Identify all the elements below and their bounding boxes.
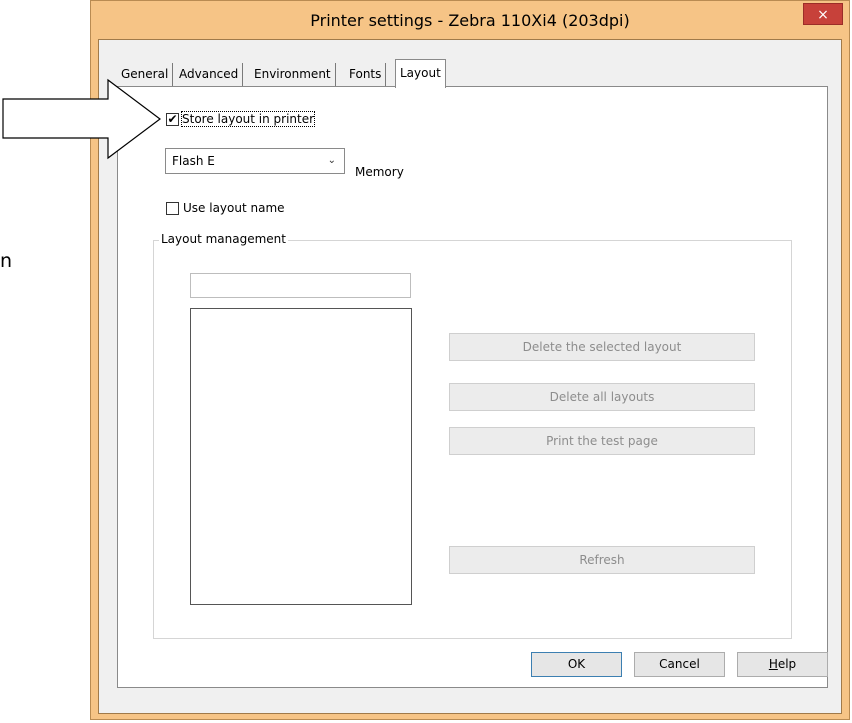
printer-settings-dialog: Printer settings - Zebra 110Xi4 (203dpi)… bbox=[90, 0, 850, 720]
tab-advanced[interactable]: Advanced bbox=[175, 63, 244, 86]
print-test-page-button[interactable]: Print the test page bbox=[449, 427, 755, 455]
refresh-button[interactable]: Refresh bbox=[449, 546, 755, 574]
tab-fonts[interactable]: Fonts bbox=[345, 63, 387, 86]
store-layout-label[interactable]: Store layout in printer bbox=[180, 111, 316, 127]
cancel-button[interactable]: Cancel bbox=[634, 652, 725, 677]
layout-tab-page: ✔ Store layout in printer Flash E ⌄ Memo… bbox=[117, 86, 828, 688]
use-layout-name-label[interactable]: Use layout name bbox=[183, 201, 285, 215]
close-button[interactable]: × bbox=[803, 3, 843, 25]
dialog-client-area: General Advanced Environment Fonts Layou… bbox=[98, 39, 842, 714]
title-bar[interactable]: Printer settings - Zebra 110Xi4 (203dpi)… bbox=[91, 1, 849, 39]
partial-side-text: n bbox=[0, 250, 13, 272]
store-layout-checkbox[interactable]: ✔ bbox=[166, 113, 179, 126]
use-layout-name-checkbox[interactable] bbox=[166, 202, 179, 215]
layout-name-field[interactable] bbox=[190, 273, 411, 298]
memory-select[interactable]: Flash E ⌄ bbox=[165, 148, 345, 174]
tab-layout[interactable]: Layout bbox=[395, 59, 446, 88]
tab-environment[interactable]: Environment bbox=[250, 63, 336, 86]
chevron-down-icon: ⌄ bbox=[327, 155, 336, 166]
layout-list[interactable] bbox=[190, 308, 412, 605]
layout-management-title: Layout management bbox=[159, 232, 288, 246]
help-button[interactable]: Help bbox=[737, 652, 828, 677]
ok-button[interactable]: OK bbox=[531, 652, 622, 677]
close-icon: × bbox=[817, 7, 829, 23]
window-title: Printer settings - Zebra 110Xi4 (203dpi) bbox=[310, 11, 630, 30]
tab-general[interactable]: General bbox=[117, 63, 174, 86]
checkmark-icon: ✔ bbox=[167, 112, 178, 126]
delete-selected-layout-button[interactable]: Delete the selected layout bbox=[449, 333, 755, 361]
memory-label: Memory bbox=[355, 165, 404, 179]
memory-select-value: Flash E bbox=[172, 154, 215, 168]
delete-all-layouts-button[interactable]: Delete all layouts bbox=[449, 383, 755, 411]
